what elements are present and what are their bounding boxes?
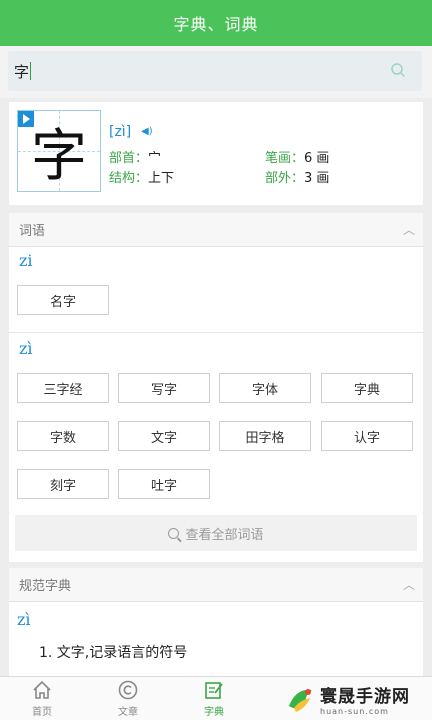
view-all-words-button[interactable]: 查看全部词语	[15, 515, 417, 551]
word-button[interactable]: 字体	[219, 373, 311, 403]
standard-dict-section-header[interactable]: 规范字典 ︿	[9, 568, 423, 602]
chevron-up-icon[interactable]: ︿	[403, 576, 415, 593]
radical-label: 部首：	[109, 151, 149, 166]
watermark-text: 寰晟手游网	[320, 687, 410, 707]
pinyin-group-label: zi	[19, 251, 33, 270]
page-title: 字典、词典	[173, 15, 259, 34]
structure-label: 结构：	[109, 171, 149, 186]
search-bar: 字	[0, 46, 432, 98]
word-button[interactable]: 田字格	[219, 421, 311, 451]
tab-articles[interactable]: 文章	[98, 679, 158, 719]
radical-value: 宀	[148, 151, 162, 166]
pinyin-label: [zì]	[109, 124, 132, 140]
word-button[interactable]: 文字	[118, 421, 210, 451]
word-button[interactable]: 写字	[118, 373, 210, 403]
view-all-label: 查看全部词语	[185, 527, 264, 543]
search-input[interactable]: 字	[8, 51, 422, 91]
radical-info: 部首：宀	[109, 147, 161, 166]
search-icon[interactable]	[390, 62, 406, 78]
pinyin-label: zì	[17, 610, 31, 629]
search-value: 字	[14, 62, 30, 81]
site-watermark: 寰晟手游网 huan-sun.com	[284, 678, 432, 720]
section-title: 词语	[19, 224, 46, 239]
tab-home[interactable]: 首页	[12, 679, 72, 719]
tab-label: 文章	[118, 707, 138, 718]
speaker-icon[interactable]: ◀)	[141, 126, 153, 137]
structure-info: 结构：上下	[109, 167, 174, 186]
tab-dictionary[interactable]: 字典	[184, 679, 244, 719]
words-panel: zi 名字 zì 三字经 写字 字体 字典 字数 文字 田字格 认字 刻字 吐字…	[9, 247, 423, 562]
home-icon	[33, 680, 51, 699]
outer-strokes-info: 部外：3 画	[265, 167, 329, 186]
watermark-logo-icon	[289, 689, 312, 712]
watermark-url: huan-sun.com	[320, 707, 389, 716]
word-button[interactable]: 吐字	[118, 469, 210, 499]
word-button[interactable]: 三字经	[17, 373, 109, 403]
words-section-header[interactable]: 词语 ︿	[9, 213, 423, 247]
edit-icon	[205, 682, 223, 699]
app-header: 字典、词典	[0, 0, 432, 46]
standard-dict-panel: zì 1. 文字,记录语言的符号	[9, 602, 423, 682]
play-stroke-icon[interactable]	[18, 111, 34, 127]
tab-label: 首页	[32, 707, 52, 718]
divider	[9, 332, 423, 333]
character-grid: 字	[17, 110, 101, 192]
strokes-label: 笔画：	[265, 151, 305, 166]
copyright-icon	[118, 680, 138, 700]
word-button[interactable]: 字典	[321, 373, 413, 403]
word-button[interactable]: 字数	[17, 421, 109, 451]
section-title: 规范字典	[19, 579, 72, 594]
character-card: 字 [zì] ◀) 部首：宀 笔画：6 画 结构：上下 部外：3 画	[9, 102, 423, 205]
strokes-info: 笔画：6 画	[265, 147, 329, 166]
outer-strokes-value: 3 画	[304, 171, 330, 186]
structure-value: 上下	[148, 171, 175, 186]
pinyin-group-label: zì	[19, 339, 33, 358]
text-cursor	[30, 62, 32, 80]
tab-label: 字典	[204, 707, 224, 718]
word-button[interactable]: 认字	[321, 421, 413, 451]
chevron-up-icon[interactable]: ︿	[403, 221, 415, 238]
word-button[interactable]: 名字	[17, 285, 109, 315]
definition-text: 1. 文字,记录语言的符号	[39, 645, 188, 661]
word-button[interactable]: 刻字	[17, 469, 109, 499]
outer-strokes-label: 部外：	[265, 171, 305, 186]
strokes-value: 6 画	[304, 151, 330, 166]
search-icon	[168, 527, 180, 539]
